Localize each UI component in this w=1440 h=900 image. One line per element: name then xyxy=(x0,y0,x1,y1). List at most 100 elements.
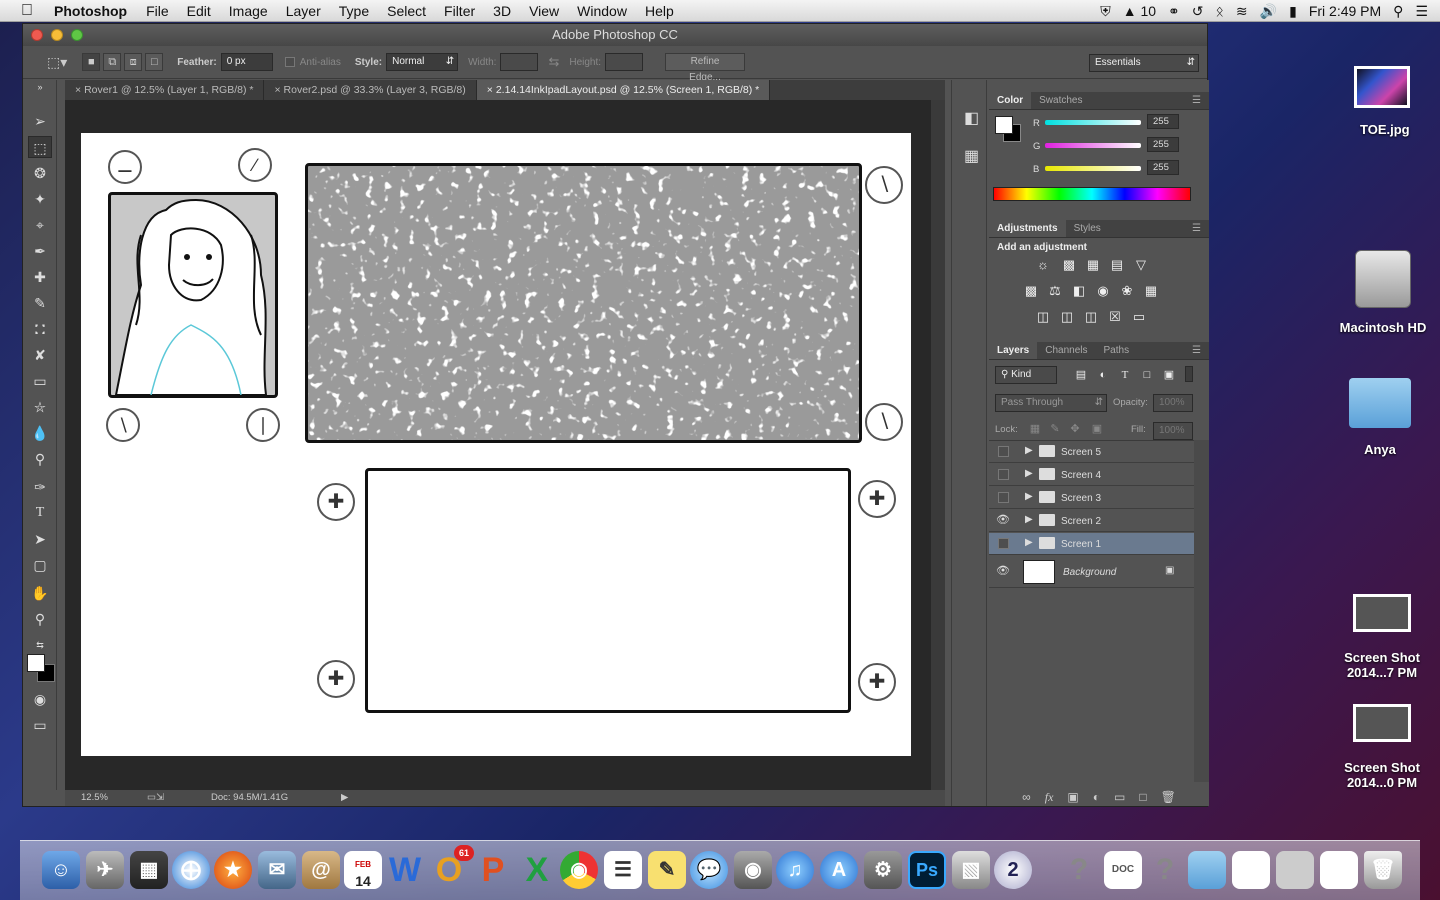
threshold-icon[interactable]: ◫ xyxy=(1083,310,1099,324)
stickies-icon[interactable]: ✎ xyxy=(648,851,686,889)
filter-toggle-switch[interactable] xyxy=(1185,366,1193,382)
quick-mask-icon[interactable]: ◉ xyxy=(28,688,52,710)
vertical-scrollbar[interactable] xyxy=(931,100,945,790)
hand-tool-icon[interactable]: ✋ xyxy=(28,582,52,604)
color-balance-icon[interactable]: ⚖ xyxy=(1047,284,1063,298)
outlook-icon[interactable]: O 61 xyxy=(430,845,474,889)
group-expand-icon[interactable]: ▶ xyxy=(1025,537,1033,548)
tab-color[interactable]: Color xyxy=(989,92,1032,109)
width-input[interactable] xyxy=(500,53,539,71)
panel-menu-icon[interactable]: ☰ xyxy=(1184,92,1209,109)
group-expand-icon[interactable]: ▶ xyxy=(1025,468,1033,479)
desktop-icon-anya[interactable]: Anya xyxy=(1340,378,1420,457)
visibility-toggle[interactable] xyxy=(998,538,1009,549)
swap-dimensions-icon[interactable]: ⇆ xyxy=(548,54,559,70)
calendar-icon[interactable]: FEB 14 xyxy=(344,851,382,889)
clone-stamp-tool-icon[interactable]: ⛚ xyxy=(28,318,52,340)
tab-paths[interactable]: Paths xyxy=(1096,342,1138,359)
path-selection-tool-icon[interactable]: ➤ xyxy=(28,528,52,550)
blend-mode-select[interactable]: Pass Through ⇵ xyxy=(995,394,1107,412)
vibrance-icon[interactable]: ▽ xyxy=(1133,258,1149,272)
app-menu[interactable]: Photoshop xyxy=(54,3,127,19)
shield-icon[interactable]: ⛨ xyxy=(1100,3,1111,20)
invert-icon[interactable]: ◫ xyxy=(1035,310,1051,324)
eye-icon[interactable]: 👁 xyxy=(996,514,1010,527)
channel-r-slider[interactable] xyxy=(1045,120,1141,125)
color-spectrum-ramp[interactable] xyxy=(993,187,1191,201)
folder-stack-icon[interactable] xyxy=(1188,851,1226,889)
hue-saturation-icon[interactable]: ▩ xyxy=(1023,284,1039,298)
refine-edge-button[interactable]: Refine Edge... xyxy=(665,53,746,83)
close-button[interactable] xyxy=(31,29,43,41)
volume-icon[interactable]: 🔊 xyxy=(1260,3,1277,20)
dodge-tool-icon[interactable]: ⚲ xyxy=(28,448,52,470)
mail-icon[interactable]: ✉ xyxy=(258,851,296,889)
style-select[interactable]: Normal ⇵ xyxy=(386,53,459,71)
layer-row-screen-2[interactable]: 👁 ▶ Screen 2 xyxy=(989,510,1194,532)
filter-pixel-icon[interactable]: ▤ xyxy=(1073,368,1089,382)
desktop-icon-toe[interactable]: TOE.jpg xyxy=(1354,66,1410,137)
lock-position-icon[interactable]: ✥ xyxy=(1067,422,1083,436)
opacity-input[interactable]: 100% xyxy=(1153,394,1193,412)
spotlight-search-icon[interactable]: ⚲ xyxy=(1393,3,1403,20)
panel-menu-icon[interactable]: ☰ xyxy=(1184,342,1209,359)
exposure-icon[interactable]: ▤ xyxy=(1109,258,1125,272)
foreground-color-swatch[interactable] xyxy=(27,654,45,672)
fill-input[interactable]: 100% xyxy=(1153,422,1193,440)
channel-b-slider[interactable] xyxy=(1045,166,1141,171)
levels-icon[interactable]: ▩ xyxy=(1061,258,1077,272)
time-machine-icon[interactable]: ↺ xyxy=(1192,3,1204,20)
link-layers-icon[interactable]: ∞ xyxy=(1022,786,1031,808)
recent-stack-icon[interactable] xyxy=(1276,851,1314,889)
posterize-icon[interactable]: ◫ xyxy=(1059,310,1075,324)
intersect-selection-icon[interactable]: □ xyxy=(145,53,164,71)
new-layer-icon[interactable]: □ xyxy=(1139,786,1146,808)
properties-panel-icon[interactable]: ▦ xyxy=(964,146,979,166)
antialias-checkbox[interactable] xyxy=(284,57,295,67)
marquee-preset-icon[interactable]: ⬚▾ xyxy=(47,54,67,71)
lock-all-icon[interactable]: ▣ xyxy=(1089,422,1105,436)
tab-close-icon[interactable]: × xyxy=(487,84,493,96)
group-expand-icon[interactable]: ▶ xyxy=(1025,445,1033,456)
trash-icon[interactable]: 🗑 xyxy=(1364,851,1402,889)
bluetooth-icon[interactable]: ᛟ xyxy=(1216,3,1224,19)
app-store-icon[interactable]: A xyxy=(820,851,858,889)
photo-filter-icon[interactable]: ◉ xyxy=(1095,284,1111,298)
healing-brush-tool-icon[interactable]: ✚ xyxy=(28,266,52,288)
layer-row-screen-1[interactable]: ▶ Screen 1 xyxy=(989,533,1194,555)
brightness-contrast-icon[interactable]: ☼ xyxy=(1035,258,1051,272)
desktop-icon-screenshot-1[interactable]: Screen Shot 2014...7 PM xyxy=(1340,594,1424,680)
document-canvas[interactable]: ⚊ ∕ ∖ ∣ ∖ ∖ ✚ ✚ ✚ ✚ xyxy=(81,133,911,756)
battery-icon[interactable]: ▮ xyxy=(1289,3,1297,20)
menu-window[interactable]: Window xyxy=(568,3,636,19)
photoshop-icon[interactable]: Ps xyxy=(908,851,946,889)
channel-b-value[interactable]: 255 xyxy=(1147,160,1179,175)
filter-adjustment-icon[interactable]: ◐ xyxy=(1095,368,1111,382)
menu-3d[interactable]: 3D xyxy=(484,3,520,19)
powerpoint-icon[interactable]: P xyxy=(474,851,512,889)
itunes-icon[interactable]: ♫ xyxy=(776,851,814,889)
tab-inkipad-layout[interactable]: × 2.14.14InkIpadLayout.psd @ 12.5% (Scre… xyxy=(476,80,771,100)
group-expand-icon[interactable]: ▶ xyxy=(1025,514,1033,525)
menu-select[interactable]: Select xyxy=(378,3,435,19)
blur-tool-icon[interactable]: 💧 xyxy=(28,422,52,444)
layer-row-screen-4[interactable]: ▶ Screen 4 xyxy=(989,464,1194,486)
menu-view[interactable]: View xyxy=(520,3,568,19)
menu-help[interactable]: Help xyxy=(636,3,683,19)
magic-wand-tool-icon[interactable]: ✦ xyxy=(28,188,52,210)
word-icon[interactable]: W xyxy=(386,851,424,889)
new-group-icon[interactable]: ▭ xyxy=(1114,786,1125,808)
feather-input[interactable]: 0 px xyxy=(220,53,273,71)
brush-tool-icon[interactable]: ✎ xyxy=(28,292,52,314)
excel-icon[interactable]: X xyxy=(518,851,556,889)
safari-icon[interactable]: ⨁ xyxy=(172,851,210,889)
preview-icon[interactable]: ▧ xyxy=(952,851,990,889)
menu-image[interactable]: Image xyxy=(220,3,277,19)
channel-mixer-icon[interactable]: ❀ xyxy=(1119,284,1135,298)
group-expand-icon[interactable]: ▶ xyxy=(1025,491,1033,502)
filter-type-icon[interactable]: T xyxy=(1117,368,1133,382)
downloads-stack-icon[interactable] xyxy=(1232,851,1270,889)
tab-adjustments[interactable]: Adjustments xyxy=(989,220,1066,237)
apple-menu-icon[interactable]:  xyxy=(14,2,40,20)
unknown-app-icon[interactable]: ? xyxy=(1146,851,1184,889)
